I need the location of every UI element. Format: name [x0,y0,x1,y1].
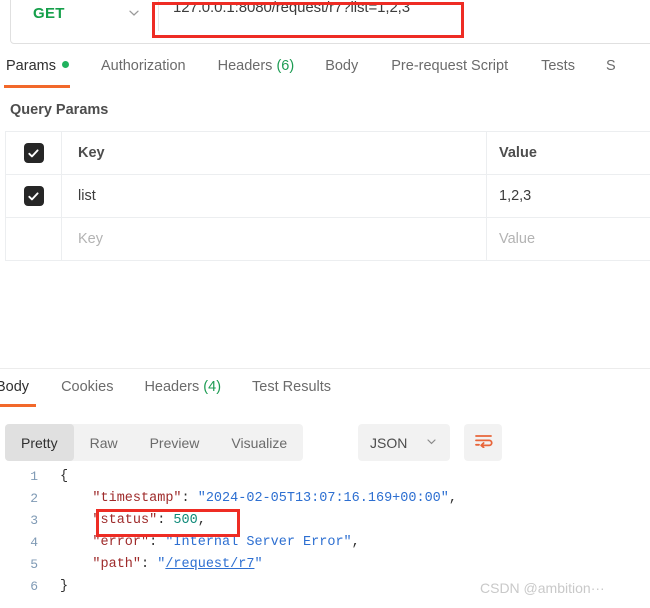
code-line: 2 "timestamp": "2024-02-05T13:07:16.169+… [0,488,650,510]
code-line-text: { [60,469,69,484]
view-mode-raw[interactable]: Raw [74,424,134,461]
view-mode-raw-label: Raw [89,434,118,451]
column-header-key: Key [78,145,105,161]
response-view-mode-group: Pretty Raw Preview Visualize [5,424,304,461]
request-tab-bar: Params Authorization Headers (6) Body Pr… [0,56,650,88]
row-checkbox-cell-empty[interactable] [6,218,62,260]
tab-pre-request-script-label: Pre-request Script [391,58,509,74]
row-checkbox-cell[interactable] [6,175,62,217]
tab-tests[interactable]: Tests [541,56,575,74]
table-row[interactable]: list 1,2,3 [6,175,650,218]
tab-headers[interactable]: Headers (6) [218,56,295,74]
line-number: 4 [30,535,38,550]
query-params-table: Key Value list 1,2,3 Key Value [5,131,650,261]
row-checkbox[interactable] [23,186,44,206]
tab-authorization[interactable]: Authorization [101,56,186,74]
table-header-row: Key Value [6,132,650,175]
response-tab-headers-label: Headers [144,379,200,395]
code-line: 3 "status": 500, [0,510,650,532]
url-divider [158,0,159,31]
line-number: 3 [30,513,38,528]
chevron-down-icon[interactable] [127,6,141,20]
code-line-text: } [60,579,69,594]
row-key-cell[interactable]: list [62,175,487,217]
tab-authorization-label: Authorization [100,58,186,74]
row-value-cell-empty[interactable]: Value [487,218,650,260]
response-tab-body-label: Body [0,379,30,395]
pane-divider[interactable] [0,368,650,369]
watermark: CSDN @ambition··· [480,580,605,596]
url-input[interactable]: 127.0.0.1:8080/request/r7?list=1,2,3 [173,0,410,16]
row-key-cell-empty[interactable]: Key [62,218,487,260]
code-line-text: "status": 500, [92,513,206,528]
response-tab-cookies[interactable]: Cookies [61,379,113,395]
param-key-input-placeholder[interactable]: Key [78,231,103,247]
view-mode-pretty-label: Pretty [21,434,58,451]
tab-body-label: Body [325,58,359,74]
params-modified-dot [61,61,69,68]
tab-params-label: Params [6,58,56,74]
active-tab-indicator [4,85,70,88]
line-number: 2 [30,491,38,506]
method-label: GET [33,4,65,22]
code-line-text: "path": "/request/r7" [92,557,263,572]
tab-body[interactable]: Body [325,56,358,74]
header-value-cell: Value [487,132,650,174]
tab-headers-count: (6) [276,58,295,74]
header-checkbox-cell[interactable] [6,132,62,174]
view-mode-visualize[interactable]: Visualize [215,424,303,461]
code-line-text: "error": "Internal Server Error", [92,535,360,550]
view-mode-preview-label: Preview [149,434,200,451]
tab-tests-label: Tests [541,58,575,74]
param-value-input[interactable]: 1,2,3 [499,188,531,204]
response-format-selector[interactable]: JSON [358,424,450,461]
response-tab-bar: Body Cookies Headers (4) Test Results [0,379,331,395]
row-value-cell[interactable]: 1,2,3 [487,175,650,217]
view-mode-preview[interactable]: Preview [134,424,216,461]
tab-settings[interactable]: S [606,56,616,74]
response-tab-headers-count: (4) [203,379,222,395]
view-mode-pretty[interactable]: Pretty [5,424,74,461]
code-line: 5 "path": "/request/r7" [0,554,650,576]
tab-pre-request-script[interactable]: Pre-request Script [391,56,508,74]
line-number: 1 [30,469,38,484]
wrap-lines-button[interactable] [464,424,502,461]
view-mode-visualize-label: Visualize [231,434,288,451]
column-header-value: Value [499,145,537,161]
wrap-lines-icon [474,433,493,453]
method-selector[interactable]: GET [33,0,153,30]
header-key-cell: Key [62,132,487,174]
table-row-empty[interactable]: Key Value [6,218,650,261]
active-response-tab-indicator [0,404,36,407]
tab-headers-label: Headers [217,58,273,74]
chevron-down-icon[interactable] [425,435,438,451]
query-params-title: Query Params [10,102,109,118]
url-bar: GET 127.0.0.1:8080/request/r7?list=1,2,3 [10,0,650,44]
response-tab-cookies-label: Cookies [61,379,114,395]
code-line: 4 "error": "Internal Server Error", [0,532,650,554]
response-tab-test-results-label: Test Results [252,379,332,395]
response-tab-body[interactable]: Body [0,379,29,395]
response-tab-headers[interactable]: Headers (4) [144,379,221,395]
postman-request-response-pane: GET 127.0.0.1:8080/request/r7?list=1,2,3… [0,0,650,608]
code-line: 1 { [0,466,650,488]
tab-params[interactable]: Params [6,56,69,74]
param-key-input[interactable]: list [78,188,96,204]
response-tab-test-results[interactable]: Test Results [252,379,331,395]
code-line-text: "timestamp": "2024-02-05T13:07:16.169+00… [92,491,457,506]
line-number: 5 [30,557,38,572]
tab-settings-label: S [605,58,616,74]
select-all-checkbox[interactable] [23,143,44,163]
line-number: 6 [30,579,38,594]
param-value-input-placeholder[interactable]: Value [499,231,535,247]
response-format-label: JSON [370,434,408,451]
